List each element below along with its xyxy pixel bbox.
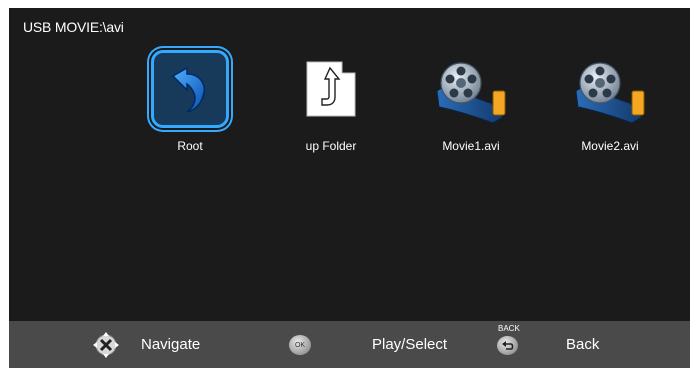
back-label: Back <box>566 336 600 353</box>
movie-file-icon <box>575 62 645 124</box>
item-label: Root <box>177 139 203 153</box>
item-label: Movie1.avi <box>442 139 500 153</box>
tile <box>571 50 649 128</box>
ok-button-icon: OK <box>289 335 311 355</box>
media-browser-screen: USB MOVIE:\avi Root up Folder Movie1.avi… <box>9 8 690 368</box>
movie-file-icon <box>436 62 506 124</box>
tile <box>292 50 370 128</box>
back-button-icon <box>497 336 518 355</box>
return-arrow-icon <box>501 340 513 350</box>
control-hint-bar: Navigate OK Play/Select BACK Back <box>9 321 690 368</box>
back-caption: BACK <box>498 324 520 333</box>
file-grid: Root up Folder Movie1.avi Movie2.avi <box>9 8 690 308</box>
item-label: up Folder <box>305 139 357 153</box>
navigate-label: Navigate <box>141 336 201 353</box>
play-select-label: Play/Select <box>372 336 448 353</box>
navigate-dpad-icon <box>93 332 119 358</box>
ok-icon-text: OK <box>294 341 306 349</box>
tile <box>432 50 510 128</box>
item-label: Movie2.avi <box>581 139 639 153</box>
up-folder-icon <box>306 61 356 117</box>
selection-highlight <box>151 50 229 128</box>
root-return-icon <box>171 66 205 113</box>
